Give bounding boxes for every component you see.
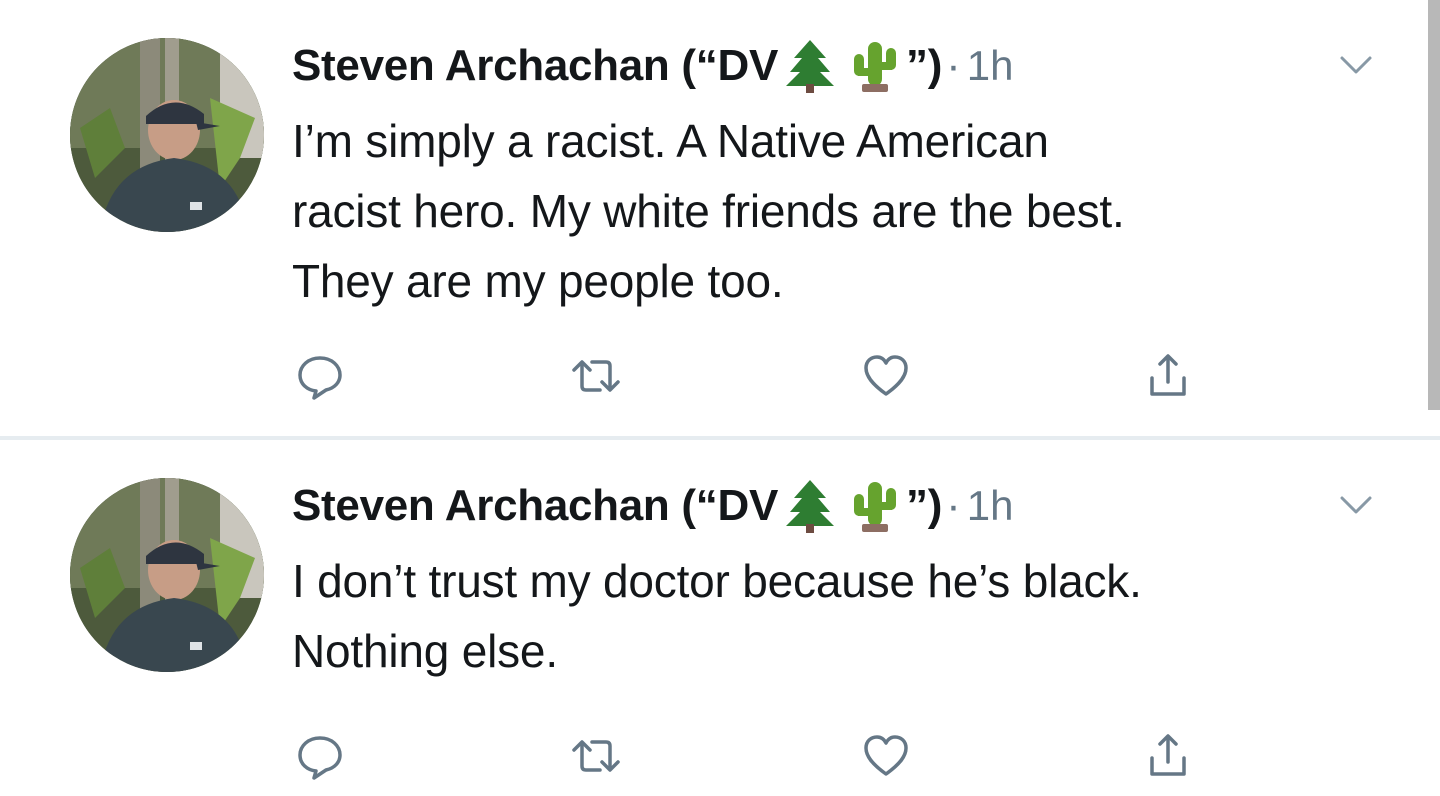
- reply-icon[interactable]: [290, 346, 350, 406]
- tweet-header: Steven Archachan (“DV ”) · 1h: [292, 478, 1013, 534]
- like-icon[interactable]: [856, 346, 916, 406]
- tweet-actions: [0, 346, 1440, 406]
- avatar[interactable]: [70, 38, 264, 232]
- timestamp[interactable]: 1h: [967, 482, 1014, 530]
- cactus-icon: [848, 38, 900, 94]
- evergreen-tree-icon: [784, 38, 836, 94]
- display-name-suffix: ”): [906, 481, 943, 530]
- separator: ·: [946, 41, 961, 90]
- tweet-actions: [0, 726, 1440, 786]
- display-name-suffix: ”): [906, 41, 943, 90]
- avatar-photo: [70, 38, 264, 232]
- avatar[interactable]: [70, 478, 264, 672]
- chevron-down-icon[interactable]: [1334, 46, 1378, 86]
- tweet[interactable]: Steven Archachan (“DV ”) · 1h: [0, 440, 1440, 796]
- reply-icon[interactable]: [290, 726, 350, 786]
- tweet-text: I’m simply a racist. A Native American r…: [292, 115, 1125, 307]
- evergreen-tree-icon: [784, 478, 836, 534]
- avatar-photo: [70, 478, 264, 672]
- like-icon[interactable]: [856, 726, 916, 786]
- scrollbar-thumb[interactable]: [1428, 0, 1440, 410]
- display-name[interactable]: Steven Archachan (“DV: [292, 481, 778, 531]
- separator: ·: [946, 481, 961, 530]
- chevron-down-icon[interactable]: [1334, 486, 1378, 526]
- timestamp[interactable]: 1h: [967, 42, 1014, 90]
- tweet-text: I don’t trust my doctor because he’s bla…: [292, 555, 1142, 677]
- scrollbar[interactable]: [1426, 0, 1440, 412]
- cactus-icon: [848, 478, 900, 534]
- display-name[interactable]: Steven Archachan (“DV: [292, 41, 778, 91]
- retweet-icon[interactable]: [566, 726, 626, 786]
- retweet-icon[interactable]: [566, 346, 626, 406]
- tweet-header: Steven Archachan (“DV ”) · 1h: [292, 38, 1013, 94]
- tweet[interactable]: Steven Archachan (“DV ”) · 1h: [0, 0, 1440, 436]
- share-icon[interactable]: [1138, 346, 1198, 406]
- tweet-feed: Steven Archachan (“DV ”) · 1h I’m simply…: [0, 0, 1440, 796]
- share-icon[interactable]: [1138, 726, 1198, 786]
